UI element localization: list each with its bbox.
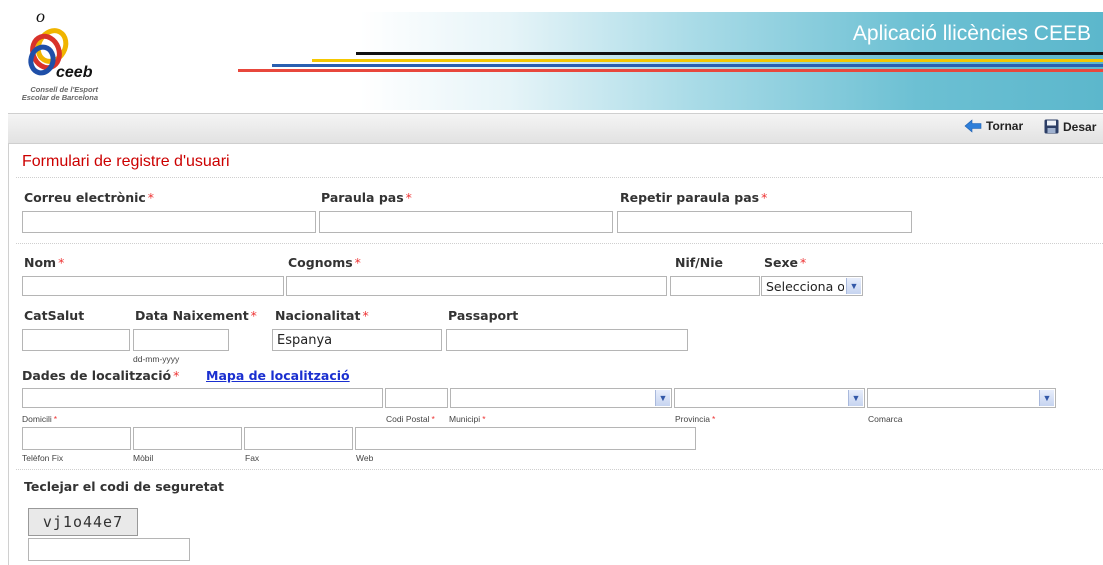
mobile-label: Mòbil — [133, 453, 154, 463]
header-line-black — [356, 52, 1103, 55]
passport-label: Passaport — [448, 308, 519, 323]
fax-field[interactable] — [244, 427, 353, 450]
sex-select[interactable]: Selecciona opció ▼ — [761, 276, 863, 296]
name-label: Nom * — [24, 255, 65, 270]
nif-label: Nif/Nie — [675, 255, 723, 270]
web-field[interactable] — [355, 427, 696, 450]
mobile-field[interactable] — [133, 427, 242, 450]
postal-code-field[interactable] — [385, 388, 448, 408]
captcha-label: Teclejar el codi de seguretat — [24, 479, 225, 494]
passport-field[interactable] — [446, 329, 688, 351]
header-line-yellow — [312, 59, 1103, 62]
name-field[interactable] — [22, 276, 284, 296]
separator — [16, 177, 1103, 178]
chevron-down-icon: ▼ — [848, 390, 863, 406]
catsalut-field[interactable] — [22, 329, 130, 351]
municipality-label: Municipi * — [449, 414, 486, 424]
logo-wordmark: ceeb — [56, 64, 93, 81]
phone-field[interactable] — [22, 427, 131, 450]
app-header: Aplicació llicències CEEB o ceeb Consell… — [0, 0, 1103, 110]
back-button[interactable]: Tornar — [964, 119, 1023, 133]
catsalut-label: CatSalut — [24, 308, 85, 323]
address-field[interactable] — [22, 388, 383, 408]
password-label: Paraula pas * — [321, 190, 412, 205]
web-label: Web — [356, 453, 374, 463]
header-line-red — [238, 69, 1103, 72]
floppy-disk-icon — [1044, 119, 1059, 134]
birthdate-label: Data Naixement * — [135, 308, 257, 323]
postal-code-label: Codi Postal * — [386, 414, 435, 424]
email-field[interactable] — [22, 211, 316, 233]
toolbar: Tornar Desar — [8, 113, 1103, 144]
municipality-select[interactable]: ▼ — [450, 388, 672, 408]
logo-caption: Consell de l'Esport Escolar de Barcelona — [21, 85, 98, 102]
nif-field[interactable] — [670, 276, 760, 296]
phone-label: Telèfon Fix — [22, 453, 64, 463]
captcha-field[interactable] — [28, 538, 190, 561]
chevron-down-icon: ▼ — [846, 278, 861, 294]
chevron-down-icon: ▼ — [655, 390, 670, 406]
location-label: Dades de localització * — [22, 368, 180, 383]
surname-label: Cognoms * — [288, 255, 361, 270]
left-border — [8, 143, 9, 565]
repeat-password-label: Repetir paraula pas * — [620, 190, 768, 205]
chevron-down-icon: ▼ — [1039, 390, 1054, 406]
header-line-blue — [272, 64, 1103, 67]
separator — [16, 243, 1103, 244]
address-label: Domicili * — [22, 414, 58, 424]
nationality-field[interactable] — [272, 329, 442, 351]
save-button-label: Desar — [1063, 119, 1097, 134]
password-field[interactable] — [319, 211, 613, 233]
save-button[interactable]: Desar — [1044, 119, 1096, 134]
sex-select-value: Selecciona opció — [766, 279, 844, 294]
county-label: Comarca — [868, 414, 903, 424]
birthdate-hint: dd-mm-yyyy — [133, 354, 180, 364]
province-label: Provincia * — [675, 414, 716, 424]
back-button-label: Tornar — [986, 119, 1024, 133]
captcha-image: vj1o44e7 — [28, 508, 138, 536]
form-title: Formulari de registre d'usuari — [22, 153, 230, 170]
fax-label: Fax — [245, 453, 260, 463]
repeat-password-field[interactable] — [617, 211, 912, 233]
sex-label: Sexe * — [764, 255, 807, 270]
ceeb-logo: o ceeb Consell de l'Esport Escolar de Ba… — [6, 6, 106, 106]
app-title: Aplicació llicències CEEB — [852, 22, 1091, 45]
separator — [16, 469, 1103, 470]
county-select[interactable]: ▼ — [867, 388, 1056, 408]
surname-field[interactable] — [286, 276, 667, 296]
map-link[interactable]: Mapa de localització — [206, 368, 350, 383]
province-select[interactable]: ▼ — [674, 388, 865, 408]
svg-text:o: o — [36, 6, 45, 26]
birthdate-field[interactable] — [133, 329, 229, 351]
nationality-label: Nacionalitat * — [275, 308, 369, 323]
arrow-left-icon — [964, 119, 982, 133]
email-label: Correu electrònic * — [24, 190, 155, 205]
